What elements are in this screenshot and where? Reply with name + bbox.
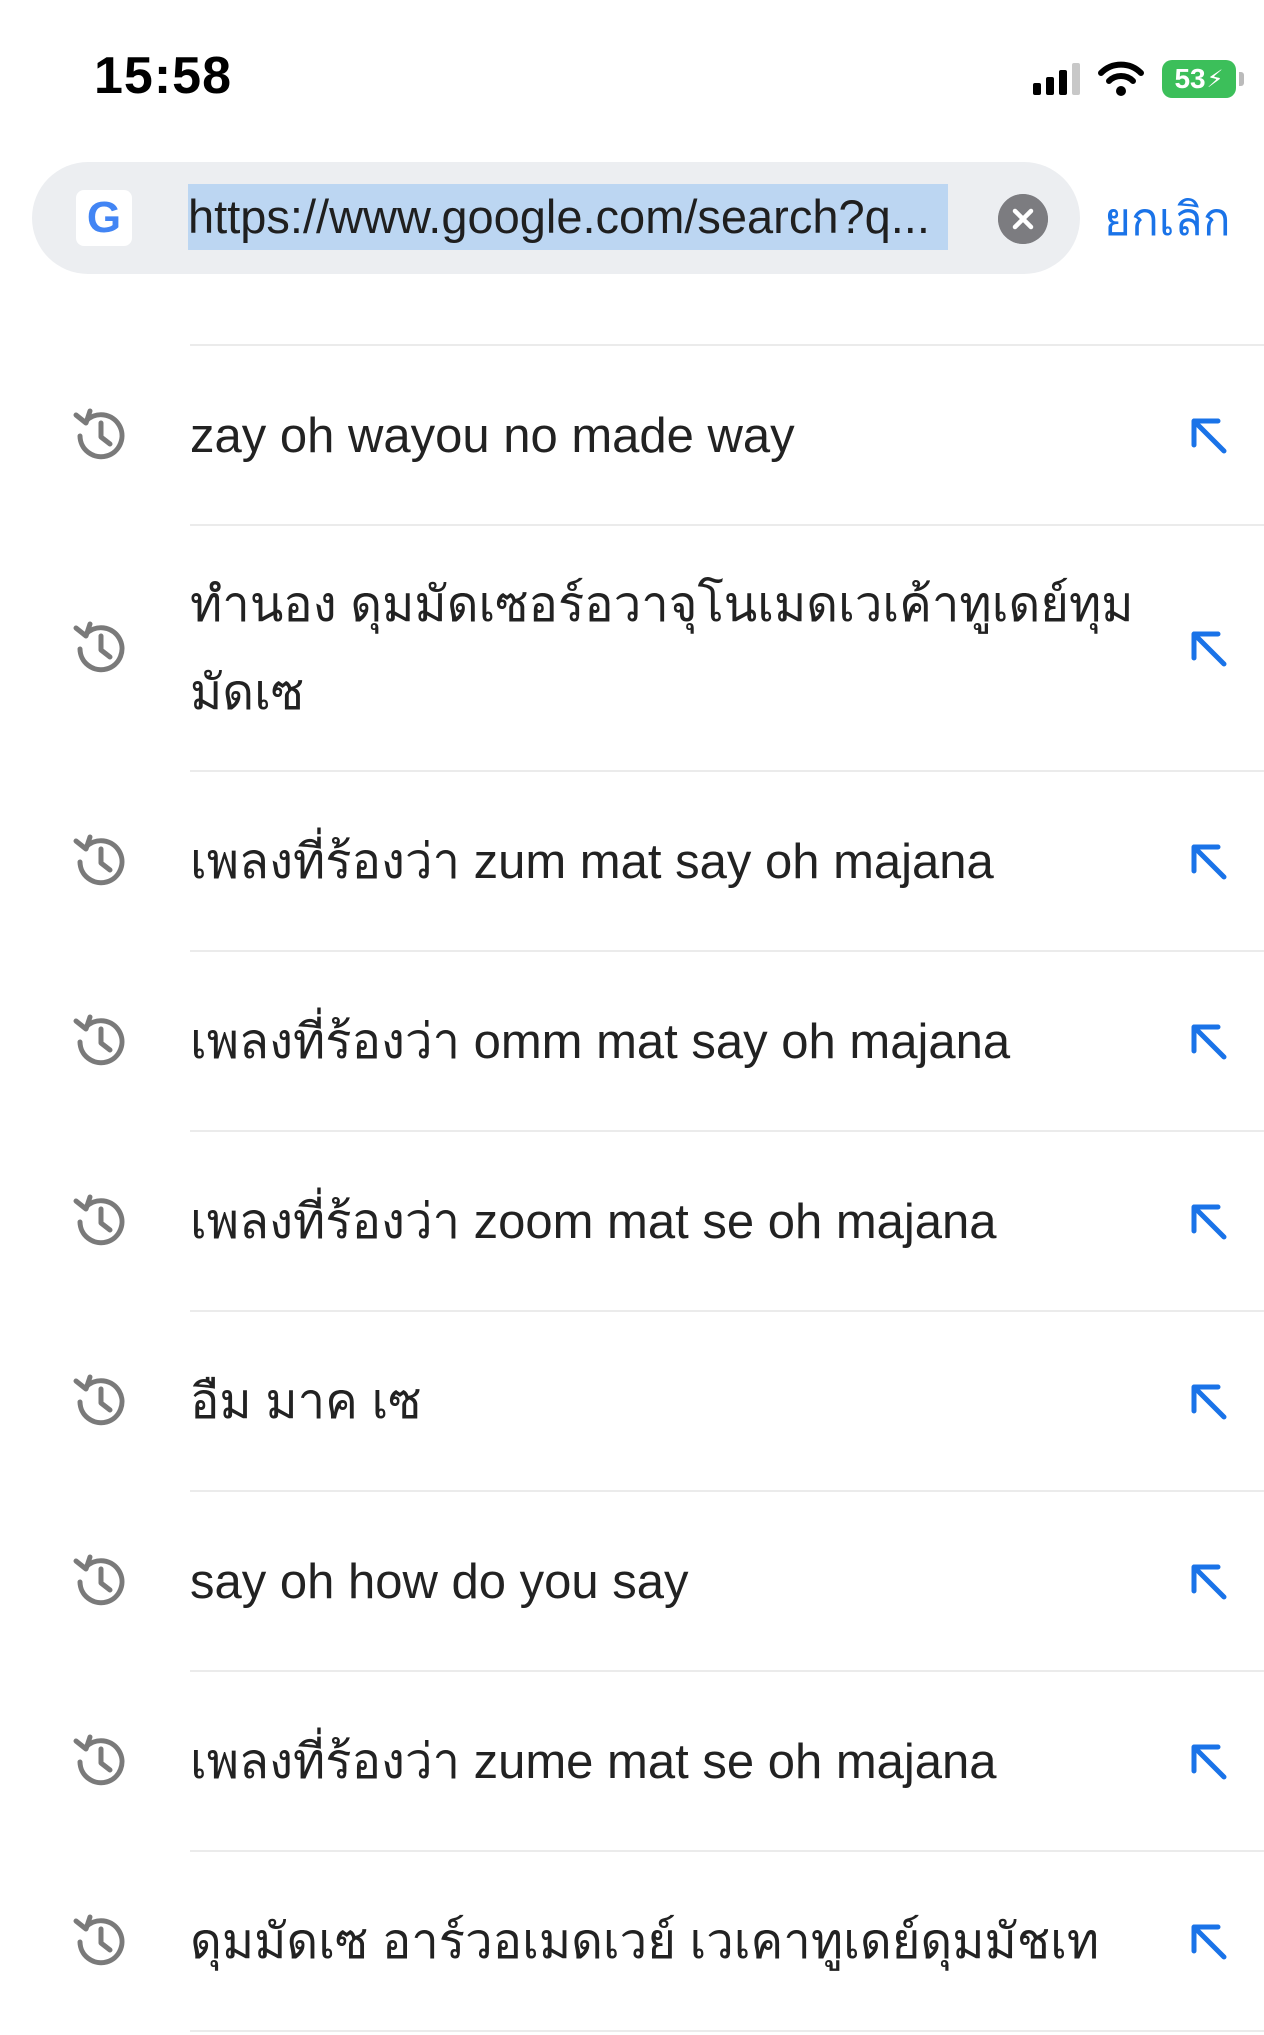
battery-level: 53 [1174,63,1206,94]
history-clock-icon [73,834,125,886]
arrow-up-left-icon[interactable] [1184,1557,1234,1607]
history-clock-icon [73,1014,125,1066]
suggestion-text: เพลงที่ร้องว่า zoom mat se oh majana [190,1195,997,1249]
arrow-up-left-icon[interactable] [1184,1377,1234,1427]
arrow-up-left-icon[interactable] [1184,837,1234,887]
history-suggestion-row[interactable]: zay oh wayou no made way [0,346,1264,526]
suggestion-text: say oh how do you say [190,1555,689,1609]
arrow-up-left-icon[interactable] [1184,1917,1234,1967]
history-suggestion-row[interactable]: เพลงที่ร้องว่า zoom mat se oh majana [0,1132,1264,1312]
history-suggestion-row[interactable]: เพลงที่ร้องว่า zume mat se oh majana [0,1672,1264,1852]
arrow-up-left-icon[interactable] [1184,1017,1234,1067]
suggestion-text: เพลงที่ร้องว่า omm mat say oh majana [190,1015,1011,1069]
history-suggestion-row[interactable]: เพลงที่ร้องว่า zum mat say oh majana [0,772,1264,952]
history-suggestion-row[interactable]: say oh how do you say [0,1492,1264,1672]
battery-charging-icon: 53 ⚡ [1162,60,1244,98]
history-clock-icon [73,1374,125,1426]
history-suggestion-row[interactable]: ดุมมัดเซ อาร์วอเมดเวย์ เวเคาทูเดย์ดุมมัช… [0,1852,1264,2032]
arrow-up-left-icon[interactable] [1184,1737,1234,1787]
history-clock-icon [73,621,125,673]
suggestion-text: เพลงที่ร้องว่า zum mat say oh majana [190,835,994,889]
arrow-up-left-icon[interactable] [1184,1197,1234,1247]
cellular-signal-icon [1033,63,1080,95]
clear-circle-x-icon[interactable] [998,194,1048,244]
suggestion-text: อืม มาค เซ [190,1375,422,1429]
status-icons: 53 ⚡ [1033,56,1244,102]
status-time: 15:58 [94,47,232,105]
address-bar[interactable]: G https://www.google.com/search?q... [32,162,1080,274]
status-bar: 15:58 53 ⚡ [0,0,1264,150]
url-input[interactable]: https://www.google.com/search?q... [188,184,948,250]
history-clock-icon [73,1554,125,1606]
suggestion-text: ดุมมัดเซ อาร์วอเมดเวย์ เวเคาทูเดย์ดุมมัช… [190,1915,1100,1969]
history-clock-icon [73,1914,125,1966]
suggestion-text: zay oh wayou no made way [190,409,795,463]
wifi-icon [1098,61,1144,96]
history-suggestion-row[interactable]: อืม มาค เซ [0,1312,1264,1492]
arrow-up-left-icon[interactable] [1184,411,1234,461]
history-clock-icon [73,1734,125,1786]
history-suggestion-row[interactable]: ทำนอง ดุมมัดเซอร์อวาจุโนเมดเวเค้าทูเดย์ท… [0,526,1264,772]
history-suggestion-row[interactable]: เพลงที่ร้องว่า omm mat say oh majana [0,952,1264,1132]
history-clock-icon [73,1194,125,1246]
arrow-up-left-icon[interactable] [1184,624,1234,674]
suggestion-text: ทำนอง ดุมมัดเซอร์อวาจุโนเมดเวเค้าทูเดย์ท… [190,578,1134,720]
history-suggestion-list: zay oh wayou no made way ทำนอง ดุมมัดเซอ… [0,346,1264,2032]
history-clock-icon [73,408,125,460]
suggestion-text: เพลงที่ร้องว่า zume mat se oh majana [190,1735,997,1789]
cancel-button[interactable]: ยกเลิก [1104,182,1231,256]
google-g-icon: G [76,190,132,246]
